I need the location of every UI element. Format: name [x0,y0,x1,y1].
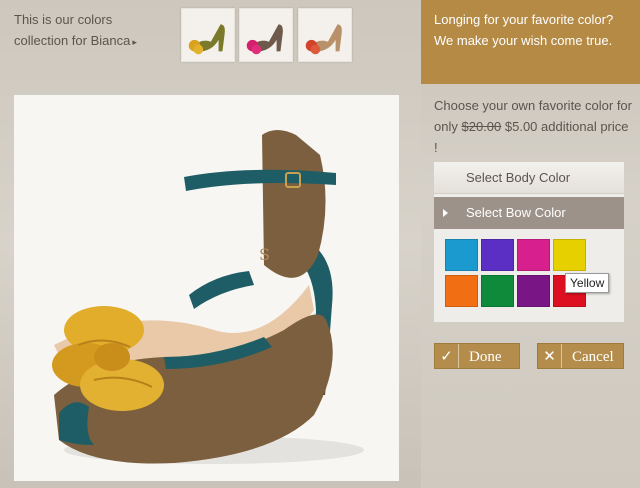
sandal-main-image: S [14,95,399,481]
svg-text:S: S [259,245,270,264]
color-select-panel: Select Body Color Select Bow Color Yello… [434,162,624,322]
select-body-color-button[interactable]: Select Body Color [434,162,624,194]
select-bow-color-label: Select Bow Color [466,205,566,220]
done-label: Done [469,349,502,365]
collection-text: This is our colors collection for Bianca [14,12,131,48]
thumbnail-green-yellow[interactable] [181,8,235,62]
select-body-color-label: Select Body Color [466,170,571,185]
caret-right-icon [443,209,448,217]
close-icon: ✕ [538,344,562,368]
thumbnail-tan-red[interactable] [298,8,352,62]
swatch-blue[interactable] [445,239,478,271]
old-price: $20.00 [461,119,502,134]
cancel-label: Cancel [572,349,614,365]
color-tooltip: Yellow [565,273,610,293]
collection-link[interactable]: This is our colors collection for Bianca… [14,9,164,53]
select-bow-color-button[interactable]: Select Bow Color [434,197,624,229]
swatch-yellow[interactable] [553,239,586,271]
cancel-button[interactable]: ✕ Cancel [537,343,624,369]
swatch-green[interactable] [481,275,514,307]
arrow-right-icon: ▸ [132,37,137,47]
price-info: Choose your own favorite color for only … [434,95,634,158]
promo-header: Longing for your favorite color? We make… [421,0,640,84]
done-button[interactable]: ✓ Done [434,343,520,369]
swatch-orange[interactable] [445,275,478,307]
promo-text: Longing for your favorite color? We make… [434,12,614,48]
sandal-thumbnail-image [182,9,234,61]
swatch-violet[interactable] [517,275,550,307]
swatch-pink[interactable] [517,239,550,271]
swatch-purple[interactable] [481,239,514,271]
thumbnail-brown-pink[interactable] [239,8,293,62]
sandal-thumbnail-image [240,9,292,61]
product-showcase: This is our colors collection for Bianca… [0,0,421,488]
new-price: $5.00 [504,119,538,134]
check-icon: ✓ [435,344,459,368]
sandal-thumbnail-image [299,9,351,61]
product-image: S [14,95,399,481]
